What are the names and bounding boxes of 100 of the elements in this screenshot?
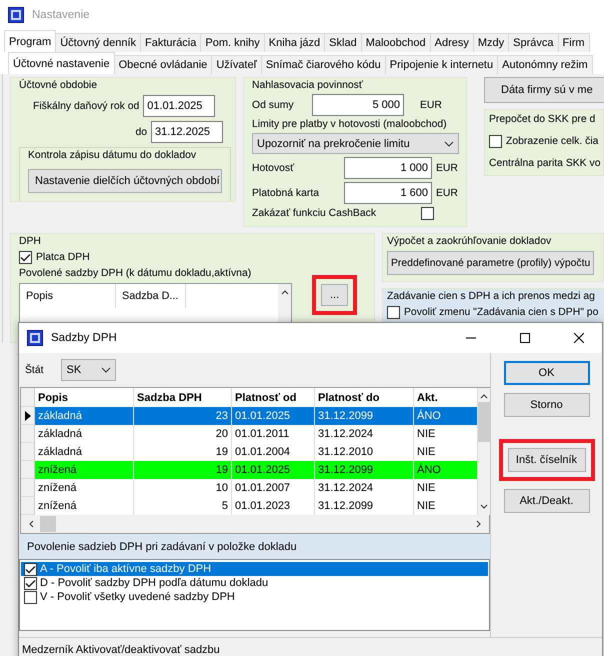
group-title: DPH [19, 236, 42, 247]
table-cell: 31.12.2099 [315, 407, 414, 425]
checkbox[interactable] [24, 576, 37, 590]
tab[interactable]: Firm [558, 33, 590, 52]
chevron-down-icon [444, 140, 454, 146]
scrollbar-thumb[interactable] [478, 402, 490, 442]
scrollbar-thumb[interactable] [40, 516, 56, 532]
scroll-up-icon[interactable] [280, 290, 288, 295]
field-label: do [135, 126, 147, 138]
tab[interactable]: Kniha jázd [264, 33, 326, 52]
tab[interactable]: Obecné ovládanie [114, 55, 212, 74]
checkbox[interactable] [24, 590, 37, 604]
group-title: Zadávanie cien s DPH a ich prenos medzi ag [387, 291, 596, 302]
tab[interactable]: Správca [508, 33, 559, 52]
tab[interactable]: Autonómny režim [497, 55, 593, 74]
table-row[interactable]: znížená 19 01.01.2025 31.12.2099 ÁNO [21, 461, 478, 479]
table-cell: základná [35, 443, 134, 461]
tab[interactable]: Pom. knihy [200, 33, 265, 52]
group-title: Kontrola zápisu dátumu do dokladov [28, 150, 198, 161]
tab[interactable]: Sklad [324, 33, 362, 52]
tab[interactable]: Účtovný denník [55, 33, 142, 52]
status-bar: Medzerník Aktivovať/deaktivovať sadzbu [19, 637, 602, 656]
table-row[interactable]: znížená 5 01.01.2023 31.12.2099 NIE [21, 497, 478, 515]
group-title: Prepočet do SKK pre d [489, 114, 596, 125]
table-row[interactable]: základná 23 01.01.2025 31.12.2099 ÁNO [21, 407, 478, 425]
amount-field[interactable]: 5 000 [312, 94, 404, 116]
row-header [21, 425, 35, 443]
date-field[interactable]: 31.12.2025 [151, 121, 223, 143]
table-cell: znížená [35, 461, 134, 479]
tab[interactable]: Adresy [430, 33, 474, 52]
field-label: Fiškálny daňový rok od [33, 100, 140, 112]
table-cell: 01.01.2025 [232, 407, 315, 425]
table-cell: 31.12.2099 [315, 497, 414, 515]
table-cell: 31.12.2024 [315, 425, 414, 443]
table-cell: základná [35, 407, 134, 425]
scroll-left-icon[interactable] [29, 520, 34, 528]
list-item[interactable]: D - Povoliť sadzby DPH podľa dátumu dokladu [21, 576, 488, 590]
tab[interactable]: Pripojenie k internetu [384, 55, 498, 74]
checkbox[interactable] [19, 251, 32, 264]
field-label: Zakázať funkciu CashBack [252, 208, 378, 219]
corner-header [21, 388, 35, 407]
dialog-button[interactable]: Inšt. číselník [508, 448, 586, 472]
amount-field[interactable]: 1 000 [344, 157, 432, 179]
limit-dropdown[interactable]: Upozorniť na prekročenie limitu [252, 133, 459, 154]
checkbox-label: Platca DPH [36, 252, 90, 263]
chevron-down-icon [101, 367, 112, 373]
checkbox[interactable] [387, 306, 400, 319]
table-cell: 31.12.2099 [315, 461, 414, 479]
column-header: Akt. [414, 388, 478, 407]
table-cell: 01.01.2011 [232, 425, 315, 443]
section-title: Povolenie sadzieb DPH pri zadávaní v položke dokladu [19, 534, 490, 559]
dialog-button[interactable]: Akt./Deakt. [504, 489, 590, 513]
checkbox[interactable] [24, 562, 37, 576]
group-title: Výpočet a zaokrúhľovanie dokladov [387, 236, 552, 247]
scroll-up-icon[interactable] [480, 394, 488, 399]
table-cell: ÁNO [414, 461, 478, 479]
scroll-down-icon[interactable] [480, 504, 488, 509]
table-cell: ÁNO [414, 407, 478, 425]
tab[interactable]: Fakturácia [140, 33, 202, 52]
more-button[interactable]: ... [321, 284, 348, 306]
row-header [21, 479, 35, 497]
list-item[interactable]: A - Povoliť iba aktívne sadzby DPH [21, 562, 488, 576]
date-field[interactable]: 01.01.2025 [143, 95, 216, 117]
tab[interactable]: Maloobchod [360, 33, 431, 52]
dialog-button[interactable]: OK [504, 361, 590, 385]
checkbox-label: Zobrazenie celk. čia [506, 136, 598, 147]
close-icon[interactable] [574, 333, 584, 343]
tab[interactable]: Program [4, 30, 56, 52]
table-row[interactable]: základná 19 01.01.2004 31.12.2010 NIE [21, 443, 478, 461]
table-cell: 01.01.2004 [232, 443, 315, 461]
table-row[interactable]: znížená 10 01.01.2007 31.12.2024 NIE [21, 479, 478, 497]
checkbox[interactable] [421, 207, 434, 220]
amount-field[interactable]: 1 600 [344, 182, 432, 204]
app-icon [27, 330, 43, 346]
profiles-button[interactable]: Preddefinované parametre (profily) výpočtu [387, 251, 594, 275]
table-row[interactable]: základná 20 01.01.2011 31.12.2024 NIE [21, 425, 478, 443]
column-header: Sadzba DPH [134, 388, 232, 407]
settings-button[interactable]: Nastavenie dielčích účtovných období [28, 169, 222, 193]
info-text: Centrálna parita SKK vo [489, 158, 599, 169]
country-dropdown[interactable]: SK [61, 359, 116, 381]
dialog-button[interactable]: Storno [504, 393, 590, 417]
maximize-icon[interactable] [520, 333, 530, 343]
checkbox[interactable] [489, 135, 502, 148]
column-header: Sadzba D... [116, 284, 186, 308]
tab[interactable]: Užívateľ [211, 55, 262, 74]
unit-label: EUR [436, 188, 458, 198]
table-cell: 01.01.2023 [232, 497, 315, 515]
table-cell: základná [35, 425, 134, 443]
tab[interactable]: Mzdy [472, 33, 510, 52]
tab[interactable]: Snímač čiarového kódu [260, 55, 386, 74]
tab[interactable]: Účtovné nastavenie [8, 52, 115, 74]
window-title: Nastavenie [32, 9, 90, 21]
table-cell: znížená [35, 497, 134, 515]
company-data-button[interactable]: Dáta firmy sú v me [484, 77, 604, 103]
unit-label: EUR [436, 162, 458, 174]
list-item[interactable]: V - Povoliť všetky uvedené sadzby DPH [21, 590, 488, 604]
field-label: Štát [25, 364, 44, 376]
table-cell: 31.12.2010 [315, 443, 414, 461]
scroll-right-icon[interactable] [476, 520, 481, 528]
unit-label: EUR [420, 100, 442, 110]
